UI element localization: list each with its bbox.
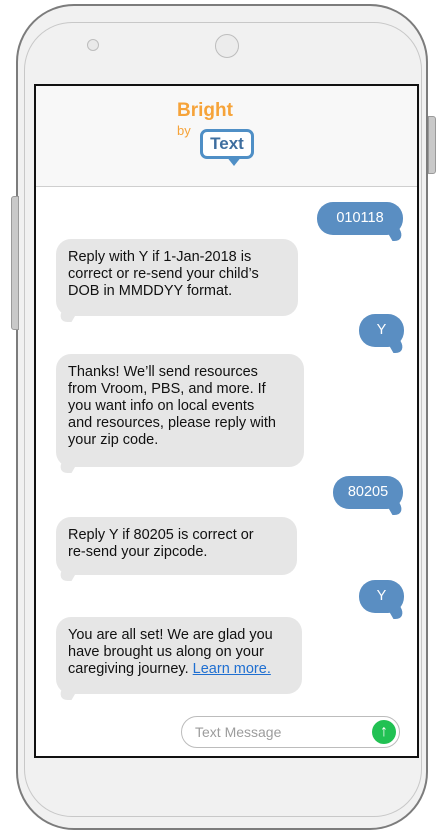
logo-bright: Bright [177,100,233,121]
learn-more-link[interactable]: Learn more. [193,661,271,677]
message-line: and resources, please reply with [68,415,276,431]
incoming-message: Reply Y if 80205 is correct or re-send y… [56,517,297,575]
volume-button [11,196,19,330]
message-text: Y [376,322,387,338]
logo-by: by [177,123,191,138]
phone-screen: Bright by Text 010118 Reply with Y if 1-… [34,84,419,758]
message-line: DOB in MMDDYY format. [68,283,233,299]
logo-text-box: Text [200,129,254,159]
power-button [428,116,436,174]
message-text: 80205 [347,484,389,500]
outgoing-message: Y [359,314,404,347]
message-line: Thanks! We’ll send resources [68,364,258,380]
message-line-with-link: caregiving journey. Learn more. [68,661,290,678]
message-line: Reply Y if 80205 is correct or [68,527,254,543]
message-text: 010118 [336,210,384,226]
outgoing-message: Y [359,580,404,613]
message-text: Y [376,588,387,604]
message-line: your zip code. [68,432,159,448]
input-placeholder: Text Message [195,724,282,740]
message-line: caregiving journey. [68,661,189,677]
message-line: have brought us along on your [68,644,264,660]
up-arrow-icon: ↑ [380,723,388,740]
message-line: from Vroom, PBS, and more. If [68,381,266,397]
incoming-message: Thanks! We’ll send resources from Vroom,… [56,354,304,467]
message-line: re-send your zipcode. [68,544,208,560]
logo-speech-tail [226,156,242,166]
incoming-message: Reply with Y if 1-Jan-2018 is correct or… [56,239,298,316]
outgoing-message: 010118 [317,202,403,235]
message-input[interactable]: Text Message ↑ [181,716,400,748]
message-line: Reply with Y if 1-Jan-2018 is [68,249,252,265]
app-header: Bright by Text [36,86,417,187]
front-camera [215,34,239,58]
logo-text: Text [210,134,244,153]
message-line: You are all set! We are glad you [68,627,273,643]
incoming-message: You are all set! We are glad you have br… [56,617,302,694]
sensor-dot [87,39,99,51]
message-line: correct or re-send your child’s [68,266,259,282]
send-button[interactable]: ↑ [372,720,396,744]
message-line: you want info on local events [68,398,255,414]
outgoing-message: 80205 [333,476,403,509]
